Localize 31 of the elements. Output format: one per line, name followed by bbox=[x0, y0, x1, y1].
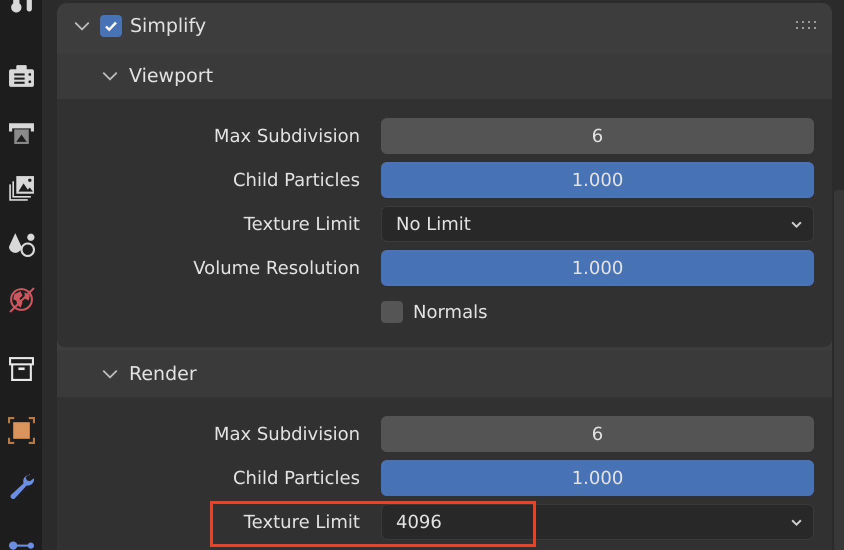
checkbox-label[interactable]: Normals bbox=[413, 302, 488, 322]
panel-title[interactable]: Simplify bbox=[130, 15, 206, 37]
slider[interactable]: 1.000 bbox=[381, 162, 814, 198]
slider-value: 1.000 bbox=[572, 170, 624, 190]
drag-handle-icon[interactable] bbox=[796, 21, 818, 31]
dropdown[interactable]: 4096 bbox=[381, 504, 814, 540]
field-label: Max Subdivision bbox=[212, 126, 360, 146]
object-icon[interactable] bbox=[8, 416, 34, 444]
number-field[interactable]: 6 bbox=[381, 416, 814, 452]
field-label: Child Particles bbox=[232, 468, 360, 488]
field-label: Volume Resolution bbox=[192, 258, 360, 278]
slider[interactable]: 1.000 bbox=[381, 460, 814, 496]
enable-checkbox[interactable] bbox=[100, 15, 122, 37]
field-label: Texture Limit bbox=[242, 512, 360, 532]
wrench-icon[interactable] bbox=[8, 472, 34, 500]
slider[interactable]: 1.000 bbox=[381, 250, 814, 286]
dropdown[interactable]: No Limit bbox=[381, 206, 814, 242]
section-title[interactable]: Render bbox=[129, 363, 197, 385]
slider-value: 1.000 bbox=[572, 468, 624, 488]
field-label: Texture Limit bbox=[242, 214, 360, 234]
image-stack-icon[interactable] bbox=[8, 174, 34, 200]
field-label: Max Subdivision bbox=[212, 424, 360, 444]
number-field[interactable]: 6 bbox=[381, 118, 814, 154]
field-label: Child Particles bbox=[232, 170, 360, 190]
storage-box-icon[interactable] bbox=[8, 354, 34, 382]
globe-icon[interactable] bbox=[8, 286, 34, 312]
dropdown-value: No Limit bbox=[396, 214, 472, 234]
dropdown-value: 4096 bbox=[396, 512, 443, 532]
section-title[interactable]: Viewport bbox=[129, 65, 214, 87]
slider-value: 1.000 bbox=[572, 258, 624, 278]
checkbox[interactable] bbox=[381, 301, 403, 323]
